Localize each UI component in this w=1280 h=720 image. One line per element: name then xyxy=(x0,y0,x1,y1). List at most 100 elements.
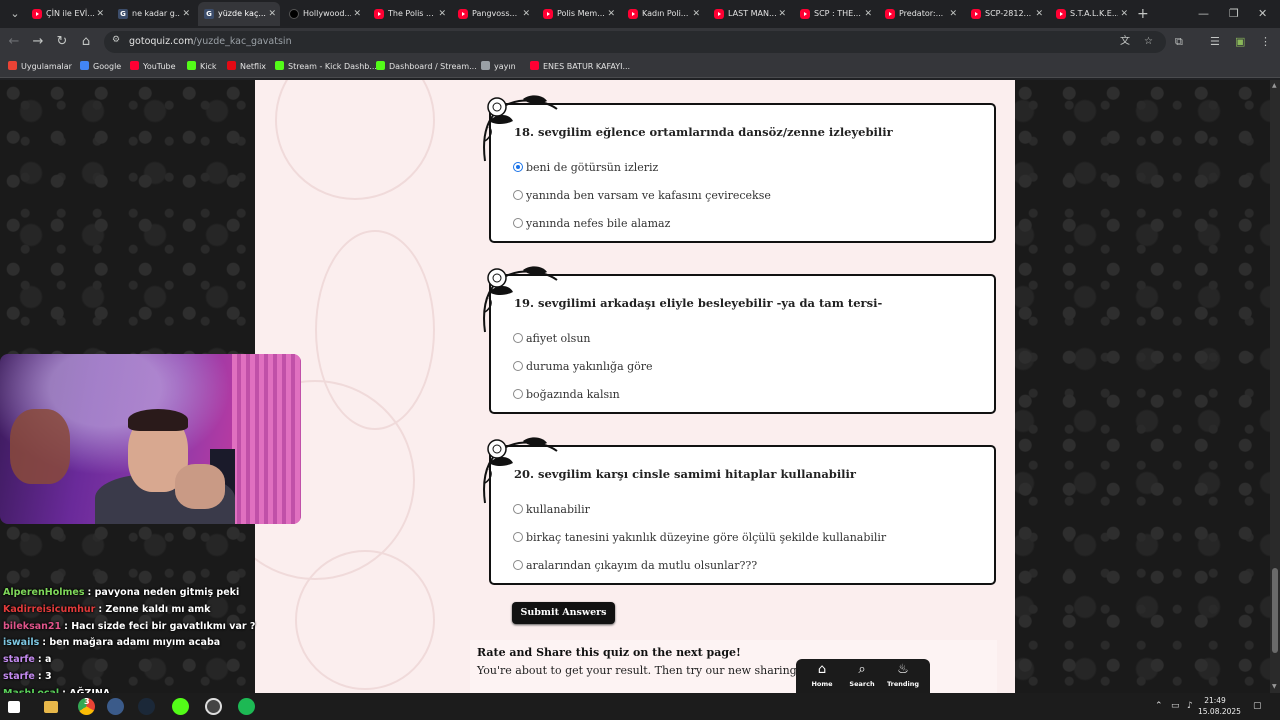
steam-icon[interactable] xyxy=(138,698,155,715)
new-tab-button[interactable]: + xyxy=(1137,5,1149,23)
system-clock[interactable]: 21:49 15.08.2025 xyxy=(1198,695,1241,717)
scroll-up-icon[interactable]: ▲ xyxy=(1272,82,1277,89)
answer-option[interactable]: kullanabilir xyxy=(513,502,590,518)
kick-icon[interactable] xyxy=(172,698,189,715)
close-tab-icon[interactable]: ✕ xyxy=(522,2,530,26)
youtube-icon xyxy=(1056,9,1066,19)
answer-option[interactable]: yanında nefes bile alamaz xyxy=(513,216,670,232)
browser-tab[interactable]: SCP : THE... ✕ xyxy=(794,2,876,26)
nav-search[interactable]: ⌕ Search xyxy=(842,661,882,689)
bookmark-item[interactable]: ENES BATUR KAFAYI... xyxy=(530,56,630,78)
menu-icon[interactable]: ⋮ xyxy=(1260,33,1271,51)
radio-button[interactable] xyxy=(513,361,523,371)
forward-icon[interactable]: → xyxy=(29,33,47,51)
close-tab-icon[interactable]: ✕ xyxy=(949,2,957,26)
bookmark-star-icon[interactable]: ☆ xyxy=(1144,34,1153,50)
bookmark-item[interactable]: yayın xyxy=(481,56,516,78)
bookmark-item[interactable]: YouTube xyxy=(130,56,176,78)
answer-option[interactable]: afiyet olsun xyxy=(513,331,591,347)
answer-option[interactable]: beni de götürsün izleriz xyxy=(513,160,658,176)
close-tab-icon[interactable]: ✕ xyxy=(182,2,190,26)
answer-option[interactable]: boğazında kalsın xyxy=(513,387,620,403)
bookmark-icon xyxy=(275,61,284,70)
nav-home[interactable]: ⌂ Home xyxy=(802,661,842,689)
translate-icon[interactable]: 文 xyxy=(1120,34,1130,50)
start-icon[interactable] xyxy=(8,701,20,713)
close-tab-icon[interactable]: ✕ xyxy=(1120,2,1128,26)
bookmark-item[interactable]: Kick xyxy=(187,56,217,78)
answer-label: afiyet olsun xyxy=(526,332,591,345)
radio-button[interactable] xyxy=(513,504,523,514)
radio-button[interactable] xyxy=(513,218,523,228)
webcam-overlay xyxy=(0,354,301,524)
browser-tab[interactable]: Pangvoss... ✕ xyxy=(452,2,534,26)
browser-tab[interactable]: SCP-2812... ✕ xyxy=(965,2,1047,26)
browser-tab[interactable]: ÇİN ile EVİ... ✕ xyxy=(26,2,108,26)
close-tab-icon[interactable]: ✕ xyxy=(692,2,700,26)
browser-tab[interactable]: LAST MAN... ✕ xyxy=(708,2,790,26)
scrollbar-thumb[interactable] xyxy=(1272,568,1278,653)
browser-tab[interactable]: S.T.A.L.K.E... ✕ xyxy=(1050,2,1132,26)
bookmark-item[interactable]: Netflix xyxy=(227,56,266,78)
question-card: 20. sevgilim karşı cinsle samimi hitapla… xyxy=(483,437,996,585)
browser-tab[interactable]: Polis Mem... ✕ xyxy=(537,2,619,26)
address-bar[interactable]: ⚙ gotoquiz.com/yuzde_kac_gavatsin 文 ☆ xyxy=(104,31,1166,53)
close-tab-icon[interactable]: ✕ xyxy=(1035,2,1043,26)
scroll-down-icon[interactable]: ▼ xyxy=(1272,683,1277,690)
bookmark-icon xyxy=(530,61,539,70)
minimize-icon[interactable]: — xyxy=(1198,5,1209,23)
close-tab-icon[interactable]: ✕ xyxy=(268,2,276,26)
browser-tab[interactable]: The Polis ... ✕ xyxy=(368,2,450,26)
browser-tab[interactable]: Gne kadar g... ✕ xyxy=(112,2,194,26)
file-explorer-icon[interactable] xyxy=(44,701,58,713)
close-tab-icon[interactable]: ✕ xyxy=(607,2,615,26)
notification-icon[interactable]: ▢ xyxy=(1253,693,1262,720)
tab-search-icon[interactable]: ⌄ xyxy=(6,5,24,23)
bookmark-item[interactable]: Google xyxy=(80,56,121,78)
radio-button[interactable] xyxy=(513,532,523,542)
chat-username: Kadirreisicumhur xyxy=(3,603,96,615)
site-info-icon[interactable]: ⚙ xyxy=(112,35,124,49)
reading-list-icon[interactable]: ☰ xyxy=(1210,33,1220,51)
network-icon[interactable]: ▭ xyxy=(1171,693,1180,720)
url-text: gotoquiz.com/yuzde_kac_gavatsin xyxy=(129,36,292,47)
close-window-icon[interactable]: ✕ xyxy=(1258,5,1267,23)
tray-chevron-icon[interactable]: ⌃ xyxy=(1155,693,1163,720)
reload-icon[interactable]: ↻ xyxy=(53,33,71,51)
radio-button[interactable] xyxy=(513,190,523,200)
restore-icon[interactable]: ❐ xyxy=(1229,5,1239,23)
radio-button[interactable] xyxy=(513,162,523,172)
home-icon[interactable]: ⌂ xyxy=(77,33,95,51)
close-tab-icon[interactable]: ✕ xyxy=(778,2,786,26)
back-icon[interactable]: ← xyxy=(5,33,23,51)
close-tab-icon[interactable]: ✕ xyxy=(438,2,446,26)
close-tab-icon[interactable]: ✕ xyxy=(353,2,361,26)
answer-option[interactable]: aralarından çıkayım da mutlu olsunlar??? xyxy=(513,558,757,574)
app-icon[interactable] xyxy=(107,698,124,715)
profile-icon[interactable]: ▣ xyxy=(1235,33,1245,51)
extensions-icon[interactable]: ⧉ xyxy=(1175,33,1183,51)
bookmark-item[interactable]: Uygulamalar xyxy=(8,56,72,78)
obs-icon[interactable] xyxy=(205,698,222,715)
close-tab-icon[interactable]: ✕ xyxy=(96,2,104,26)
answer-option[interactable]: birkaç tanesini yakınlık düzeyine göre ö… xyxy=(513,530,886,546)
submit-answers-button[interactable]: Submit Answers xyxy=(512,602,615,624)
radio-button[interactable] xyxy=(513,333,523,343)
bookmark-icon xyxy=(80,61,89,70)
flame-icon: ♨ xyxy=(897,662,909,677)
youtube-icon xyxy=(800,9,810,19)
spotify-icon[interactable] xyxy=(238,698,255,715)
answer-option[interactable]: yanında ben varsam ve kafasını çevirecek… xyxy=(513,188,771,204)
browser-tab[interactable]: Predator:... ✕ xyxy=(879,2,961,26)
volume-icon[interactable]: ♪ xyxy=(1187,693,1193,720)
browser-tab[interactable]: Kadın Poli... ✕ xyxy=(622,2,704,26)
browser-tab[interactable]: Gyüzde kaç... ✕ xyxy=(198,2,280,26)
nav-trending[interactable]: ♨ Trending xyxy=(883,661,923,689)
bookmark-item[interactable]: Stream - Kick Dashb... xyxy=(275,56,377,78)
browser-tab[interactable]: Hollywood... ✕ xyxy=(283,2,365,26)
close-tab-icon[interactable]: ✕ xyxy=(864,2,872,26)
radio-button[interactable] xyxy=(513,389,523,399)
bookmark-item[interactable]: Dashboard / Stream... xyxy=(376,56,477,78)
radio-button[interactable] xyxy=(513,560,523,570)
answer-option[interactable]: duruma yakınlığa göre xyxy=(513,359,653,375)
